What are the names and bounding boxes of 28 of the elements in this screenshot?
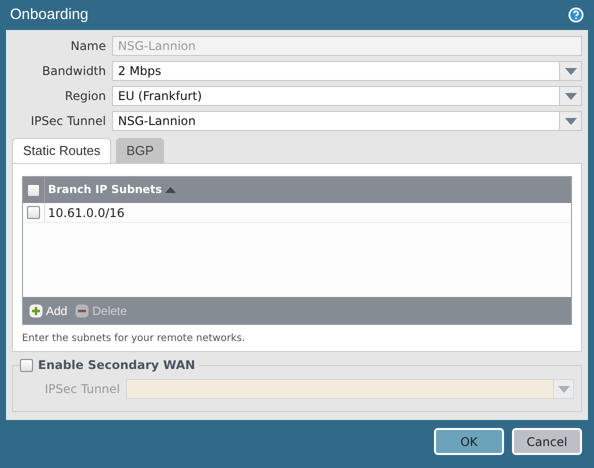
minus-icon [75, 304, 90, 318]
dropdown-field[interactable]: 2 Mbps [112, 61, 582, 81]
tab[interactable]: BGP [116, 138, 164, 163]
row-checkbox[interactable] [27, 206, 40, 219]
tab[interactable]: Static Routes [12, 138, 112, 163]
hint-text: Enter the subnets for your remote networks. [22, 332, 246, 346]
cancel-button[interactable]: Cancel [512, 428, 582, 455]
table-cell-text: 10.61.0.0/16 [47, 204, 125, 222]
add-button[interactable]: Add [29, 302, 68, 320]
dropdown-field[interactable]: EU (Frankfurt) [112, 86, 582, 106]
checkbox-label: Enable Secondary WAN [38, 357, 196, 374]
field-label: Name [70, 38, 107, 55]
column-header[interactable]: Branch IP Subnets [45, 182, 176, 198]
field-label: Region [64, 88, 107, 105]
caret-icon [564, 92, 576, 100]
help-icon[interactable] [568, 7, 584, 23]
caret-icon [564, 68, 576, 74]
caret-icon [558, 386, 570, 392]
field-label: IPSec Tunnel [30, 113, 107, 130]
ok-button[interactable]: OK [434, 428, 504, 455]
dropdown-field[interactable]: NSG-Lannion [112, 111, 582, 131]
plus-icon [29, 304, 43, 318]
select-all-checkbox[interactable] [27, 184, 40, 196]
sort-ascending-icon [164, 187, 176, 193]
window-title: Onboarding [10, 4, 88, 25]
caret-icon [564, 118, 576, 124]
field-label: Bandwidth [41, 63, 107, 80]
field-label: IPSec Tunnel [44, 381, 121, 398]
